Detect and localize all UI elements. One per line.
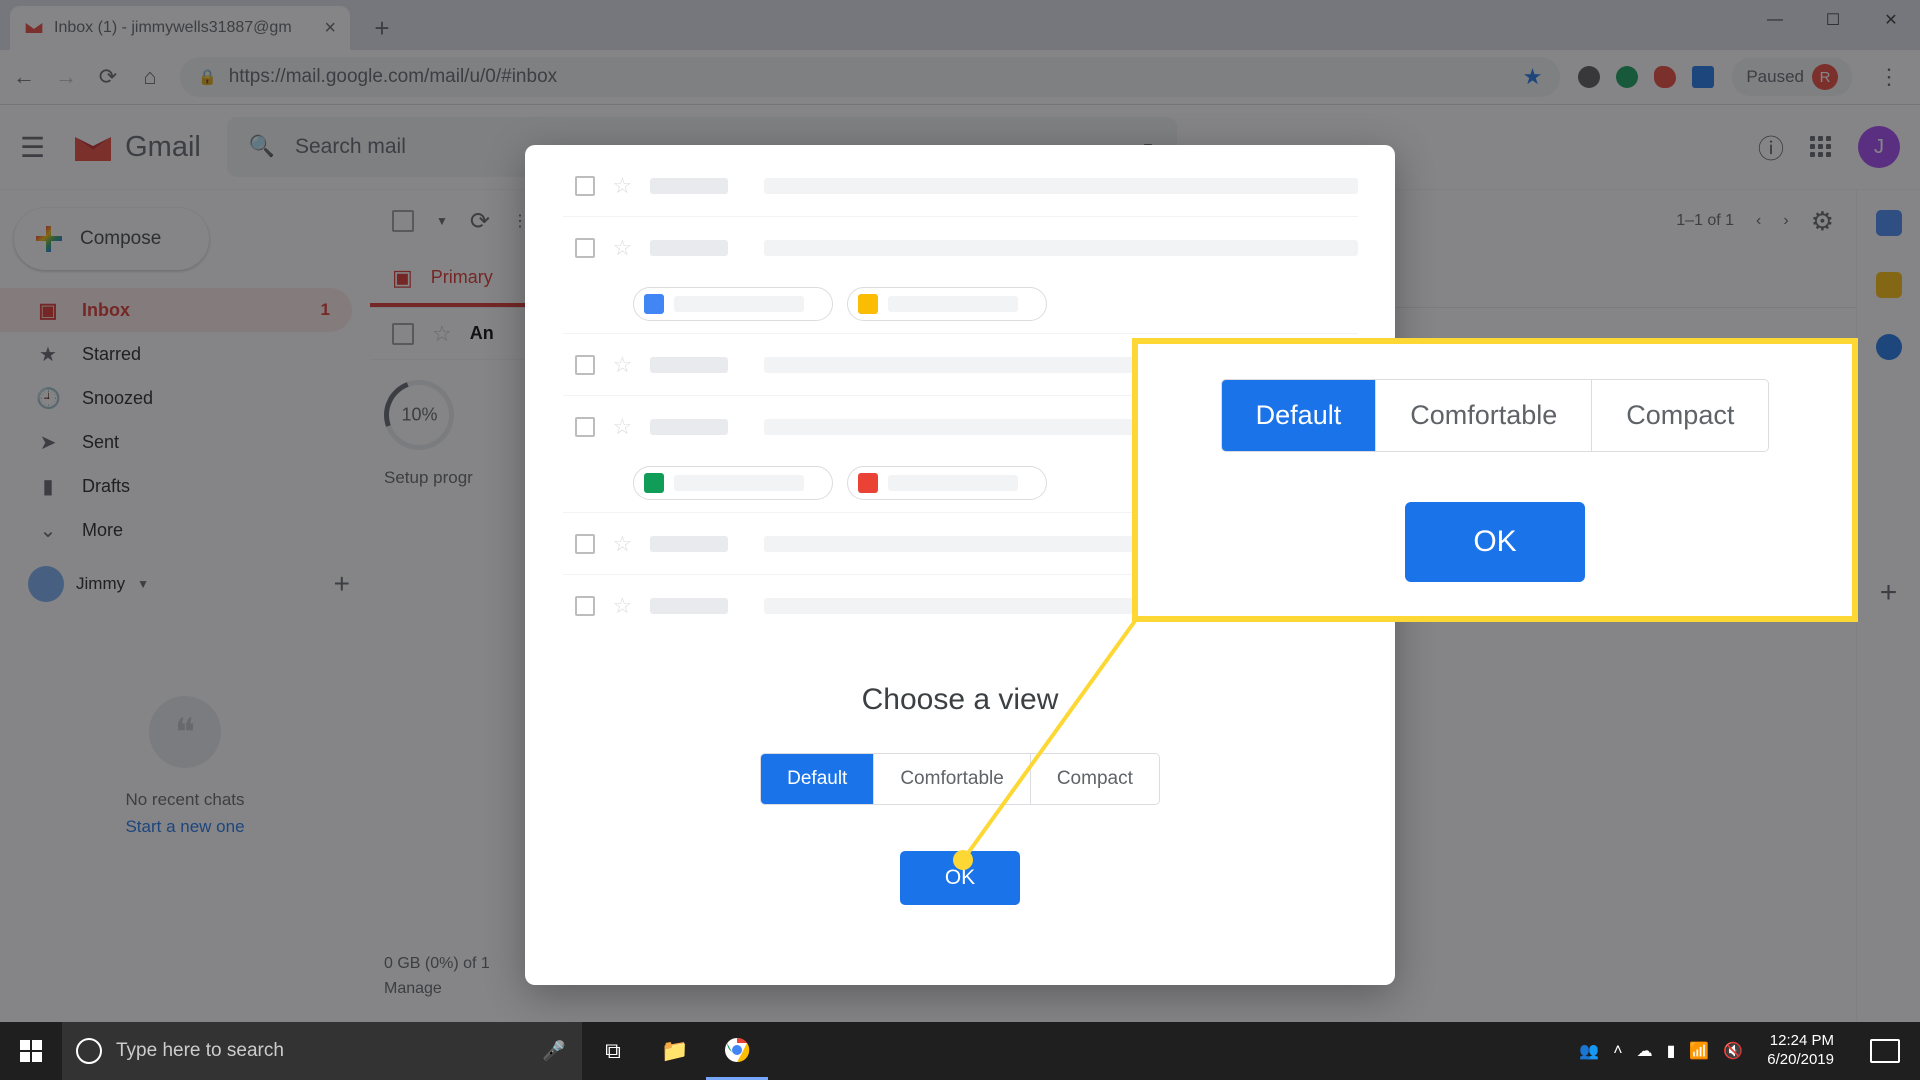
windows-logo-icon: [20, 1040, 42, 1062]
tray-chevron-icon[interactable]: ˄: [1613, 1042, 1622, 1060]
volume-icon[interactable]: 🔇: [1723, 1041, 1743, 1061]
ok-button[interactable]: OK: [900, 851, 1020, 905]
start-button[interactable]: [0, 1022, 62, 1080]
density-option-comfortable[interactable]: Comfortable: [874, 754, 1031, 804]
cortana-placeholder: Type here to search: [116, 1040, 284, 1062]
taskbar-clock[interactable]: 12:24 PM 6/20/2019: [1757, 1032, 1844, 1070]
dialog-title: Choose a view: [862, 683, 1059, 717]
file-explorer-icon[interactable]: 📁: [644, 1022, 706, 1080]
callout-magnifier: Default Comfortable Compact OK: [1132, 338, 1858, 622]
windows-taskbar: Type here to search 🎤 ⧉ 📁 👥 ˄ ☁ ▮ 📶 🔇 12…: [0, 1022, 1920, 1080]
action-center-icon[interactable]: [1870, 1039, 1900, 1063]
battery-icon[interactable]: ▮: [1667, 1041, 1676, 1061]
density-option-compact[interactable]: Compact: [1031, 754, 1159, 804]
density-segmented-control: Default Comfortable Compact: [760, 753, 1160, 805]
chrome-taskbar-icon[interactable]: [706, 1022, 768, 1080]
task-view-icon[interactable]: ⧉: [582, 1022, 644, 1080]
callout-option-comfortable[interactable]: Comfortable: [1376, 380, 1592, 451]
wifi-icon[interactable]: 📶: [1689, 1041, 1709, 1061]
cortana-search[interactable]: Type here to search 🎤: [62, 1022, 582, 1080]
mic-icon[interactable]: 🎤: [542, 1039, 566, 1063]
clock-date: 6/20/2019: [1767, 1051, 1834, 1070]
cortana-icon: [76, 1038, 102, 1064]
people-icon[interactable]: 👥: [1579, 1041, 1599, 1061]
density-option-default[interactable]: Default: [761, 754, 874, 804]
system-tray: 👥 ˄ ☁ ▮ 📶 🔇 12:24 PM 6/20/2019: [1579, 1032, 1920, 1070]
clock-time: 12:24 PM: [1767, 1032, 1834, 1051]
callout-ok-button[interactable]: OK: [1405, 502, 1585, 582]
callout-segmented-control: Default Comfortable Compact: [1221, 379, 1770, 452]
onedrive-icon[interactable]: ☁: [1637, 1041, 1653, 1061]
callout-option-default[interactable]: Default: [1222, 380, 1377, 451]
callout-option-compact[interactable]: Compact: [1592, 380, 1768, 451]
